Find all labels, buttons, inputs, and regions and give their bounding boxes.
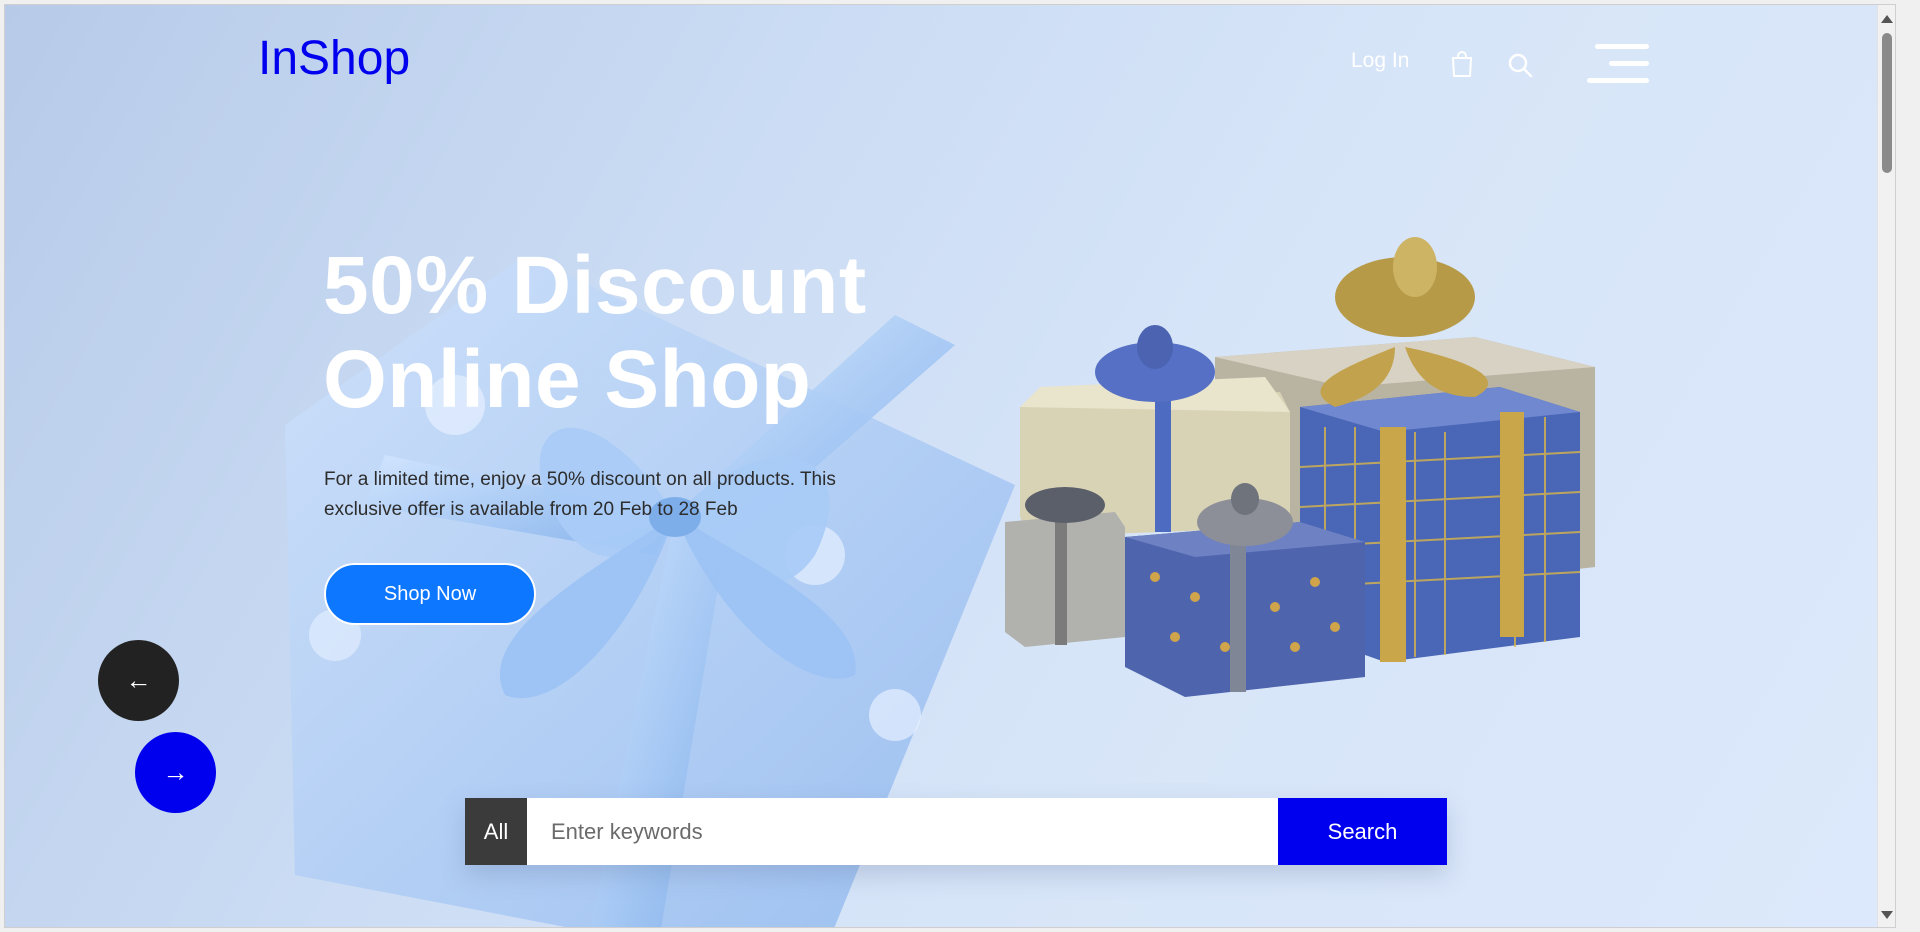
carousel-next-button[interactable]: →: [135, 732, 216, 813]
hero-headline: 50% Discount Online Shop: [323, 239, 867, 427]
site-logo[interactable]: InShop: [258, 31, 410, 86]
keyword-search-input[interactable]: [527, 798, 1278, 865]
browser-viewport: InShop Log In 50% Discount Online Shop F…: [4, 4, 1896, 928]
scroll-up-arrow-icon[interactable]: [1881, 15, 1893, 23]
shop-now-button[interactable]: Shop Now: [324, 563, 536, 625]
hamburger-menu-icon[interactable]: [1583, 44, 1649, 86]
login-link[interactable]: Log In: [1351, 49, 1409, 73]
page-scrollbar[interactable]: [1877, 5, 1895, 927]
shopping-bag-icon[interactable]: [1450, 50, 1474, 78]
category-select[interactable]: All: [465, 798, 527, 865]
gift-boxes-image: [1005, 237, 1595, 697]
arrow-left-icon: ←: [125, 665, 152, 695]
hero-headline-line1: 50% Discount: [323, 240, 867, 331]
search-icon[interactable]: [1507, 52, 1533, 78]
carousel-prev-button[interactable]: ←: [98, 640, 179, 721]
hero-description: For a limited time, enjoy a 50% discount…: [324, 469, 836, 520]
scrollbar-thumb[interactable]: [1882, 33, 1892, 173]
hero-headline-line2: Online Shop: [323, 334, 812, 425]
scroll-down-arrow-icon[interactable]: [1881, 911, 1893, 919]
search-button[interactable]: Search: [1278, 798, 1447, 865]
keyword-search-bar: All Search: [465, 798, 1447, 865]
arrow-right-icon: →: [162, 757, 189, 787]
